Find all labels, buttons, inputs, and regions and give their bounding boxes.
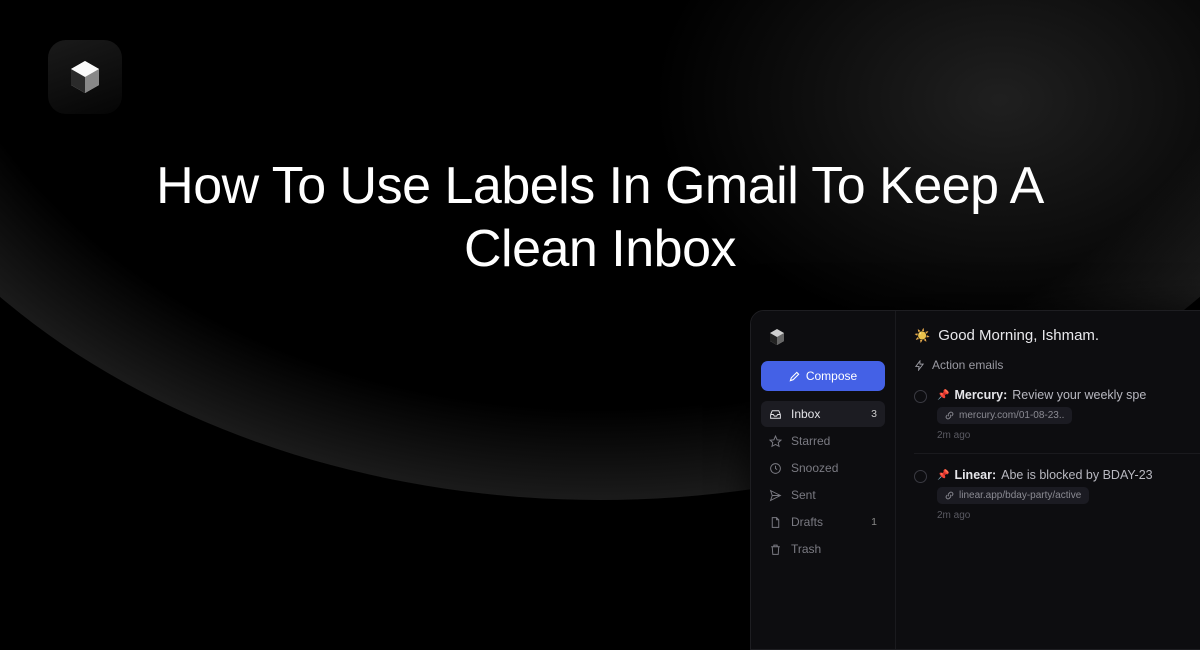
email-sender: Mercury: bbox=[954, 388, 1007, 402]
email-app-window: Compose Inbox 3 Starred Snoozed Se bbox=[750, 310, 1200, 650]
email-subject: Abe is blocked by BDAY-23 bbox=[1001, 468, 1152, 482]
chip-text: linear.app/bday-party/active bbox=[959, 490, 1081, 501]
sidebar-item-label: Drafts bbox=[791, 515, 862, 529]
sidebar-item-drafts[interactable]: Drafts 1 bbox=[761, 509, 885, 535]
sidebar-item-sent[interactable]: Sent bbox=[761, 482, 885, 508]
inbox-icon bbox=[769, 408, 782, 421]
section-header: Action emails bbox=[914, 358, 1200, 372]
chip-text: mercury.com/01-08-23.. bbox=[959, 410, 1064, 421]
app-logo-icon bbox=[767, 327, 787, 347]
brand-logo-tile bbox=[48, 40, 122, 114]
main-panel: ☀️ Good Morning, Ishmam. Action emails 📌… bbox=[896, 311, 1200, 649]
document-icon bbox=[769, 516, 782, 529]
email-item[interactable]: 📌 Mercury: Review your weekly spe mercur… bbox=[914, 384, 1200, 451]
divider bbox=[914, 453, 1200, 454]
compose-button-label: Compose bbox=[806, 369, 857, 383]
sidebar-item-label: Trash bbox=[791, 542, 877, 556]
sidebar-item-count: 1 bbox=[871, 516, 877, 528]
sidebar-item-trash[interactable]: Trash bbox=[761, 536, 885, 562]
select-radio[interactable] bbox=[914, 470, 927, 483]
link-chip[interactable]: mercury.com/01-08-23.. bbox=[937, 407, 1072, 424]
sidebar: Compose Inbox 3 Starred Snoozed Se bbox=[751, 311, 896, 649]
section-header-label: Action emails bbox=[932, 358, 1003, 372]
pin-icon: 📌 bbox=[937, 390, 949, 401]
sun-icon: ☀️ bbox=[914, 328, 930, 344]
sidebar-item-label: Inbox bbox=[791, 407, 862, 421]
sidebar-item-label: Snoozed bbox=[791, 461, 877, 475]
email-subject: Review your weekly spe bbox=[1012, 388, 1146, 402]
pin-icon: 📌 bbox=[937, 470, 949, 481]
email-timestamp: 2m ago bbox=[937, 510, 1200, 521]
link-icon bbox=[945, 491, 954, 500]
sidebar-item-snoozed[interactable]: Snoozed bbox=[761, 455, 885, 481]
pencil-icon bbox=[789, 371, 800, 382]
star-icon bbox=[769, 435, 782, 448]
email-item[interactable]: 📌 Linear: Abe is blocked by BDAY-23 line… bbox=[914, 464, 1200, 531]
cube-icon bbox=[65, 57, 105, 97]
select-radio[interactable] bbox=[914, 390, 927, 403]
trash-icon bbox=[769, 543, 782, 556]
greeting-row: ☀️ Good Morning, Ishmam. bbox=[914, 327, 1200, 344]
sidebar-item-label: Sent bbox=[791, 488, 877, 502]
sidebar-item-count: 3 bbox=[871, 408, 877, 420]
email-sender: Linear: bbox=[954, 468, 996, 482]
email-timestamp: 2m ago bbox=[937, 430, 1200, 441]
send-icon bbox=[769, 489, 782, 502]
lightning-icon bbox=[914, 360, 925, 371]
clock-icon bbox=[769, 462, 782, 475]
compose-button[interactable]: Compose bbox=[761, 361, 885, 391]
page-title: How To Use Labels In Gmail To Keep A Cle… bbox=[0, 155, 1200, 282]
sidebar-item-starred[interactable]: Starred bbox=[761, 428, 885, 454]
link-chip[interactable]: linear.app/bday-party/active bbox=[937, 487, 1089, 504]
sidebar-item-inbox[interactable]: Inbox 3 bbox=[761, 401, 885, 427]
link-icon bbox=[945, 411, 954, 420]
greeting-text: Good Morning, Ishmam. bbox=[938, 327, 1099, 344]
sidebar-item-label: Starred bbox=[791, 434, 877, 448]
